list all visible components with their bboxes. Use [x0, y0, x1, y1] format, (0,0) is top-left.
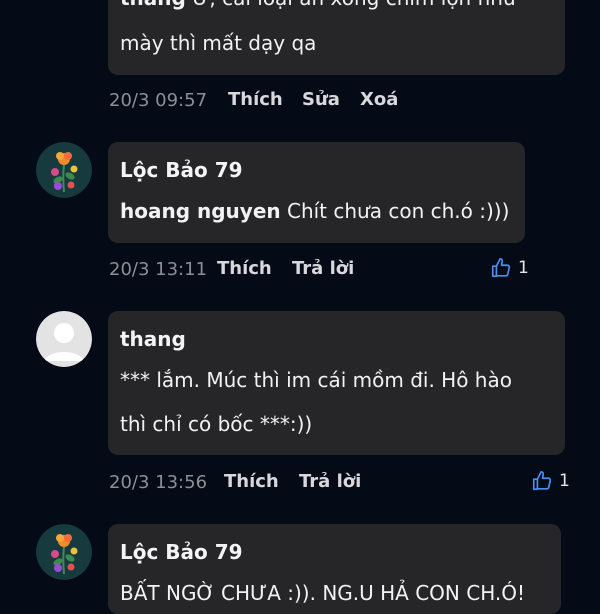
comment-text-line: thì chỉ có bốc ***:)) [120, 412, 313, 436]
comment-timestamp: 20/3 09:57 [109, 90, 208, 111]
thumbs-up-icon [490, 257, 512, 279]
comment-author[interactable]: Lộc Bảo 79 [120, 158, 243, 182]
default-user-avatar-icon[interactable] [36, 311, 92, 367]
like-button[interactable]: Thích [217, 258, 272, 279]
comment-text-line: thang Ừ, cái loại ăn xong chim lợn như [120, 0, 516, 10]
like-button[interactable]: Thích [224, 471, 279, 492]
comment-author[interactable]: Lộc Bảo 79 [120, 540, 243, 564]
reply-button[interactable]: Trả lời [292, 258, 354, 279]
comment-text-line: mày thì mất dạy qa [120, 31, 317, 55]
like-count[interactable]: 1 [490, 257, 529, 279]
edit-button[interactable]: Sửa [302, 89, 340, 110]
like-count-value: 1 [518, 258, 529, 278]
comment-bubble: thang Ừ, cái loại ăn xong chim lợn như m… [108, 0, 565, 75]
comment-timestamp: 20/3 13:56 [109, 472, 208, 493]
like-count[interactable]: 1 [531, 470, 570, 492]
comment-text-line: BẤT NGỜ CHƯA :)). NG.U HẢ CON CH.Ó! [120, 581, 525, 605]
comment-bubble: Lộc Bảo 79 BẤT NGỜ CHƯA :)). NG.U HẢ CON… [108, 524, 561, 614]
comment-text: Chít chưa con ch.ó :))) [280, 199, 510, 223]
like-count-value: 1 [559, 471, 570, 491]
like-button[interactable]: Thích [228, 89, 283, 110]
comment-author[interactable]: thang [120, 0, 186, 10]
mention-link[interactable]: hoang nguyen [120, 199, 281, 223]
comment-text: Ừ, cái loại ăn xong chim lợn như [186, 0, 515, 10]
thumbs-up-icon [531, 470, 553, 492]
comment-bubble: thang *** lắm. Múc thì im cái mồm đi. Hô… [108, 311, 565, 455]
delete-button[interactable]: Xoá [360, 89, 398, 110]
flower-avatar-icon[interactable] [36, 142, 92, 198]
comment-bubble: Lộc Bảo 79 hoang nguyen Chít chưa con ch… [108, 142, 525, 243]
comment-text-line: *** lắm. Múc thì im cái mồm đi. Hô hào [120, 368, 512, 392]
comment-text-line: hoang nguyen Chít chưa con ch.ó :))) [120, 199, 509, 223]
comment-timestamp: 20/3 13:11 [109, 259, 208, 280]
reply-button[interactable]: Trả lời [299, 471, 361, 492]
comment-author[interactable]: thang [120, 327, 186, 351]
flower-avatar-icon[interactable] [36, 524, 92, 580]
